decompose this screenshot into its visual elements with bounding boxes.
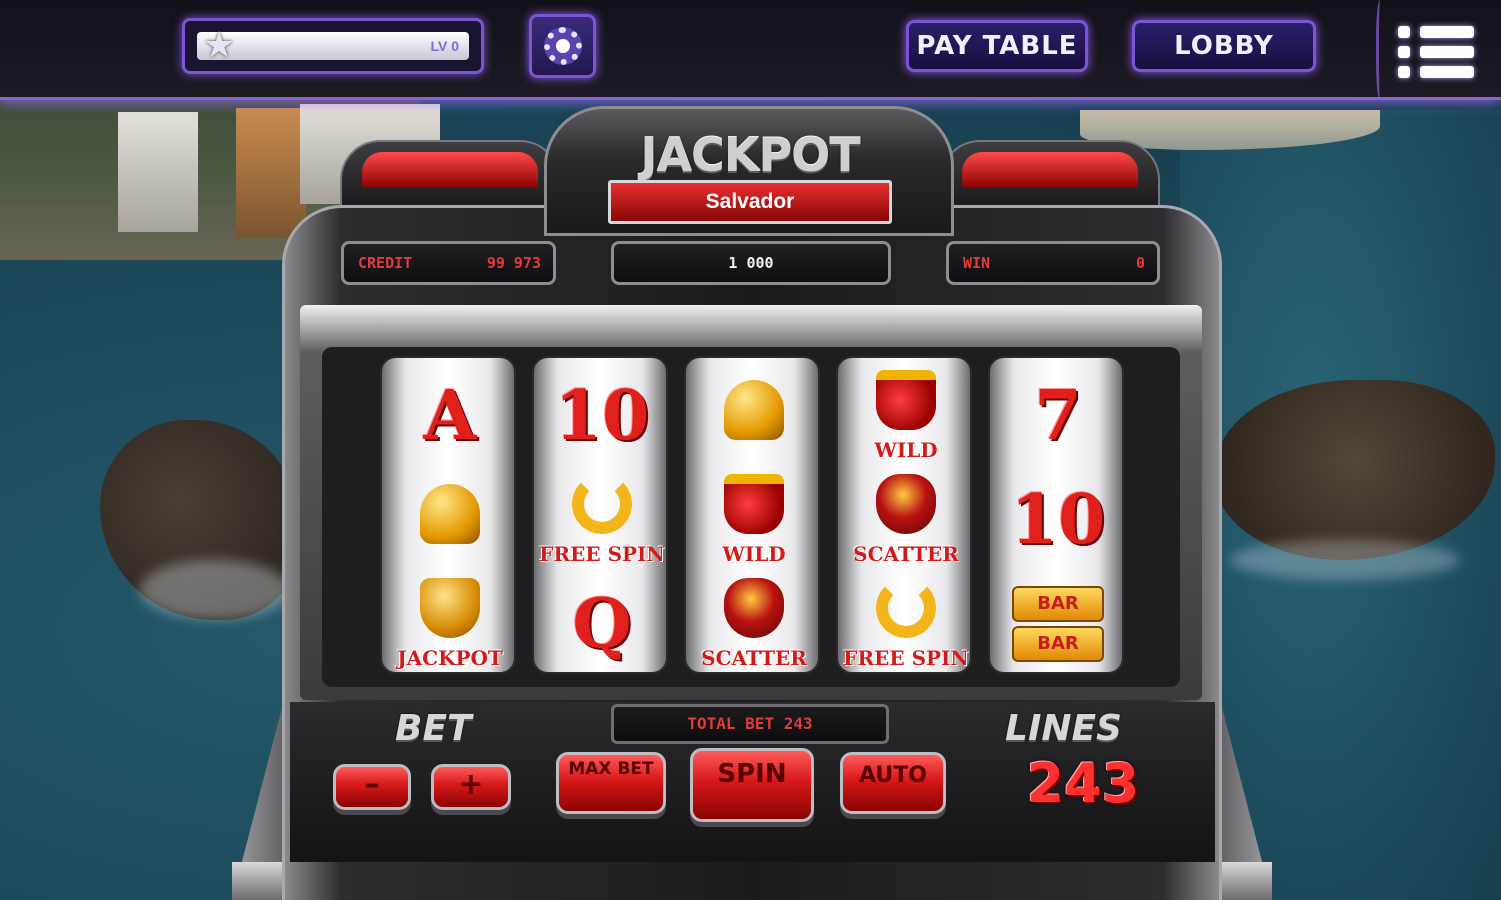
- crown-icon: [724, 474, 784, 534]
- reel-symbol: SCATTER: [838, 470, 974, 574]
- menu-icon: [1398, 66, 1474, 78]
- credit-counter: CREDIT 99 973: [341, 241, 556, 285]
- menu-icon: [1398, 46, 1474, 58]
- reel-symbol: WILD: [838, 366, 974, 470]
- cup-icon: [420, 578, 480, 638]
- horseshoe-icon: [876, 578, 936, 638]
- reel-symbol: WILD: [686, 470, 822, 574]
- building: [118, 112, 198, 232]
- reel-symbol: [686, 366, 822, 470]
- pay-table-button[interactable]: PAY TABLE: [906, 20, 1088, 72]
- jackpot-location: Salvador: [608, 180, 892, 224]
- symbol-label: WILD: [722, 542, 786, 566]
- bet-decrease-button[interactable]: –: [333, 764, 411, 810]
- reel-4: WILD SCATTER FREE SPIN: [836, 356, 972, 674]
- menu-divider: [1376, 0, 1386, 100]
- chips-button[interactable]: [529, 14, 596, 78]
- level-text: LV 0: [430, 38, 459, 54]
- surf: [140, 560, 290, 620]
- bet-counter: 1 000: [611, 241, 891, 285]
- symbol-label: FREE SPIN: [843, 646, 969, 670]
- credit-value: 99 973: [486, 254, 541, 272]
- menu-button[interactable]: [1376, 0, 1501, 100]
- symbol-text: 7: [1034, 376, 1082, 456]
- poker-chip-icon: [544, 27, 582, 65]
- lines-label: LINES: [1005, 708, 1122, 749]
- symbol-text: 10: [554, 376, 650, 456]
- symbol-text: 10: [1010, 480, 1106, 560]
- sack-icon: [724, 578, 784, 638]
- reel-1: A JACKPOT: [380, 356, 516, 674]
- symbol-label: SCATTER: [853, 542, 959, 566]
- jackpot-title: JACKPOT: [640, 128, 860, 182]
- level-progress: ★ LV 0: [182, 18, 484, 74]
- bell-icon: [420, 484, 480, 544]
- reel-symbol: A: [382, 366, 518, 470]
- win-label: WIN: [963, 254, 991, 272]
- sack-icon: [876, 474, 936, 534]
- crown-icon: [876, 370, 936, 430]
- level-progress-bar: ★ LV 0: [197, 28, 469, 64]
- win-value: 0: [1135, 254, 1145, 272]
- bell-icon: [724, 380, 784, 440]
- reel-symbol: Q: [534, 574, 670, 678]
- reel-symbol: 10: [534, 366, 670, 470]
- bar-symbol: BAR: [1012, 626, 1104, 662]
- symbol-label: JACKPOT: [397, 646, 503, 670]
- symbol-text: A: [423, 376, 477, 456]
- surf: [1230, 540, 1460, 580]
- lines-value: 243: [1026, 752, 1140, 815]
- horseshoe-icon: [572, 474, 632, 534]
- reel-symbol: 10: [990, 470, 1126, 574]
- bet-value: 1 000: [728, 254, 774, 272]
- bet-label: BET: [395, 708, 472, 749]
- reel-symbol: [382, 470, 518, 574]
- lobby-button[interactable]: LOBBY: [1132, 20, 1316, 72]
- reel-5: 7 10 BAR BAR: [988, 356, 1124, 674]
- building: [236, 108, 306, 238]
- top-bar: ★ LV 0 PAY TABLE LOBBY: [0, 0, 1501, 100]
- reel-symbol: FREE SPIN: [838, 574, 974, 678]
- bet-increase-button[interactable]: +: [431, 764, 511, 810]
- reel-2: 10 FREE SPIN Q: [532, 356, 668, 674]
- credit-label: CREDIT: [358, 254, 413, 272]
- reel-3: WILD SCATTER: [684, 356, 820, 674]
- symbol-label: FREE SPIN: [539, 542, 665, 566]
- menu-icon: [1398, 26, 1474, 38]
- auto-spin-button[interactable]: AUTO: [840, 752, 946, 814]
- reel-symbol: FREE SPIN: [534, 470, 670, 574]
- symbol-label: WILD: [874, 438, 938, 462]
- symbol-label: SCATTER: [701, 646, 807, 670]
- symbol-text: Q: [572, 584, 632, 664]
- reel-symbol: JACKPOT: [382, 574, 518, 678]
- reel-symbol: 7: [990, 366, 1126, 470]
- spin-button[interactable]: SPIN: [690, 748, 814, 822]
- star-icon: ★: [203, 25, 236, 66]
- max-bet-button[interactable]: MAX BET: [556, 752, 666, 814]
- bar-symbol: BAR: [1012, 586, 1104, 622]
- reel-symbol: SCATTER: [686, 574, 822, 678]
- reel-symbol: BAR BAR: [990, 574, 1126, 678]
- total-bet-display: TOTAL BET 243: [611, 704, 889, 744]
- win-counter: WIN 0: [946, 241, 1160, 285]
